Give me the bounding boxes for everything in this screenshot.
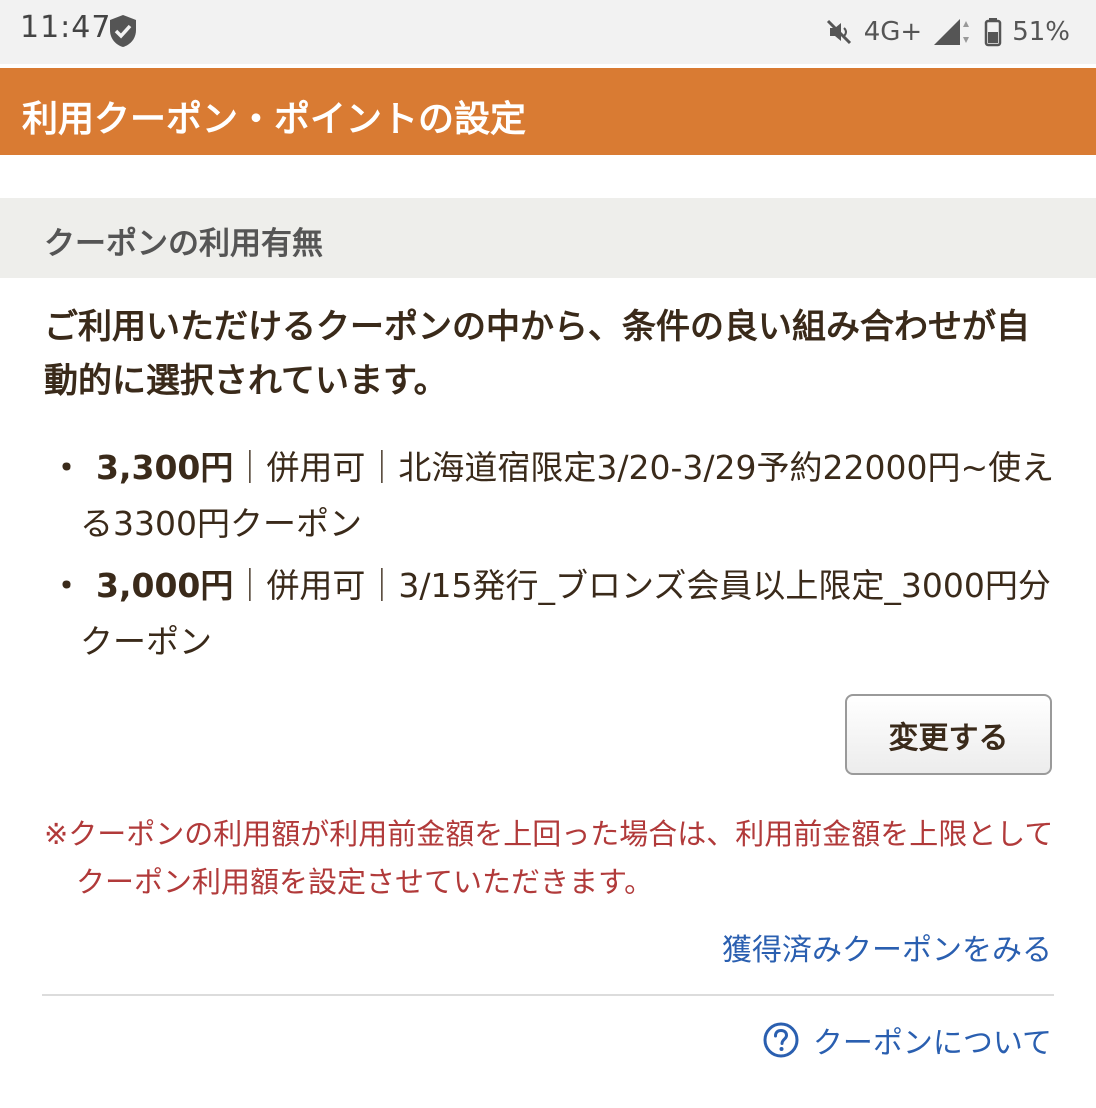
acquired-coupons-link[interactable]: 獲得済みクーポンをみる [722,925,1052,969]
about-coupons-link[interactable]: クーポンについて [763,1018,1052,1062]
status-bar: 11:47 4G+ 51% [0,0,1096,64]
section-heading: クーポンの利用有無 [0,198,1096,278]
section-heading-label: クーポンの利用有無 [44,226,323,262]
mute-icon [826,19,851,45]
coupon-list: ・ 3,300円｜併用可｜北海道宿限定3/20-3/29予約22000円~使える3… [44,440,1059,676]
coupon-item: ・ 3,000円｜併用可｜3/15発行_ブロンズ会員以上限定_3000円分クーポン [44,558,1059,670]
coupon-item: ・ 3,300円｜併用可｜北海道宿限定3/20-3/29予約22000円~使える3… [44,440,1059,552]
shield-icon [110,15,136,47]
divider [42,994,1054,996]
change-button[interactable]: 変更する [845,694,1052,775]
page-title: 利用クーポン・ポイントの設定 [22,99,527,140]
help-icon [763,1022,799,1058]
battery-level: 51% [1012,17,1070,47]
page-header: 利用クーポン・ポイントの設定 [0,68,1096,155]
coupon-amount: 3,000円 [96,566,234,605]
bullet: ・ [50,448,83,487]
battery-icon [984,18,1002,47]
status-time: 11:47 [20,10,112,45]
coupon-description: ご利用いただけるクーポンの中から、条件の良い組み合わせが自動的に選択されています… [44,307,1030,401]
bullet: ・ [50,566,83,605]
coupon-note: ※クーポンの利用額が利用前金額を上回った場合は、利用前金額を上限としてクーポン利… [44,817,1054,899]
status-icons: 4G+ 51% [824,12,1070,52]
network-type: 4G+ [863,17,923,47]
about-coupons-label: クーポンについて [812,1026,1052,1061]
signal-icon [934,19,970,45]
coupon-amount: 3,300円 [96,448,234,487]
